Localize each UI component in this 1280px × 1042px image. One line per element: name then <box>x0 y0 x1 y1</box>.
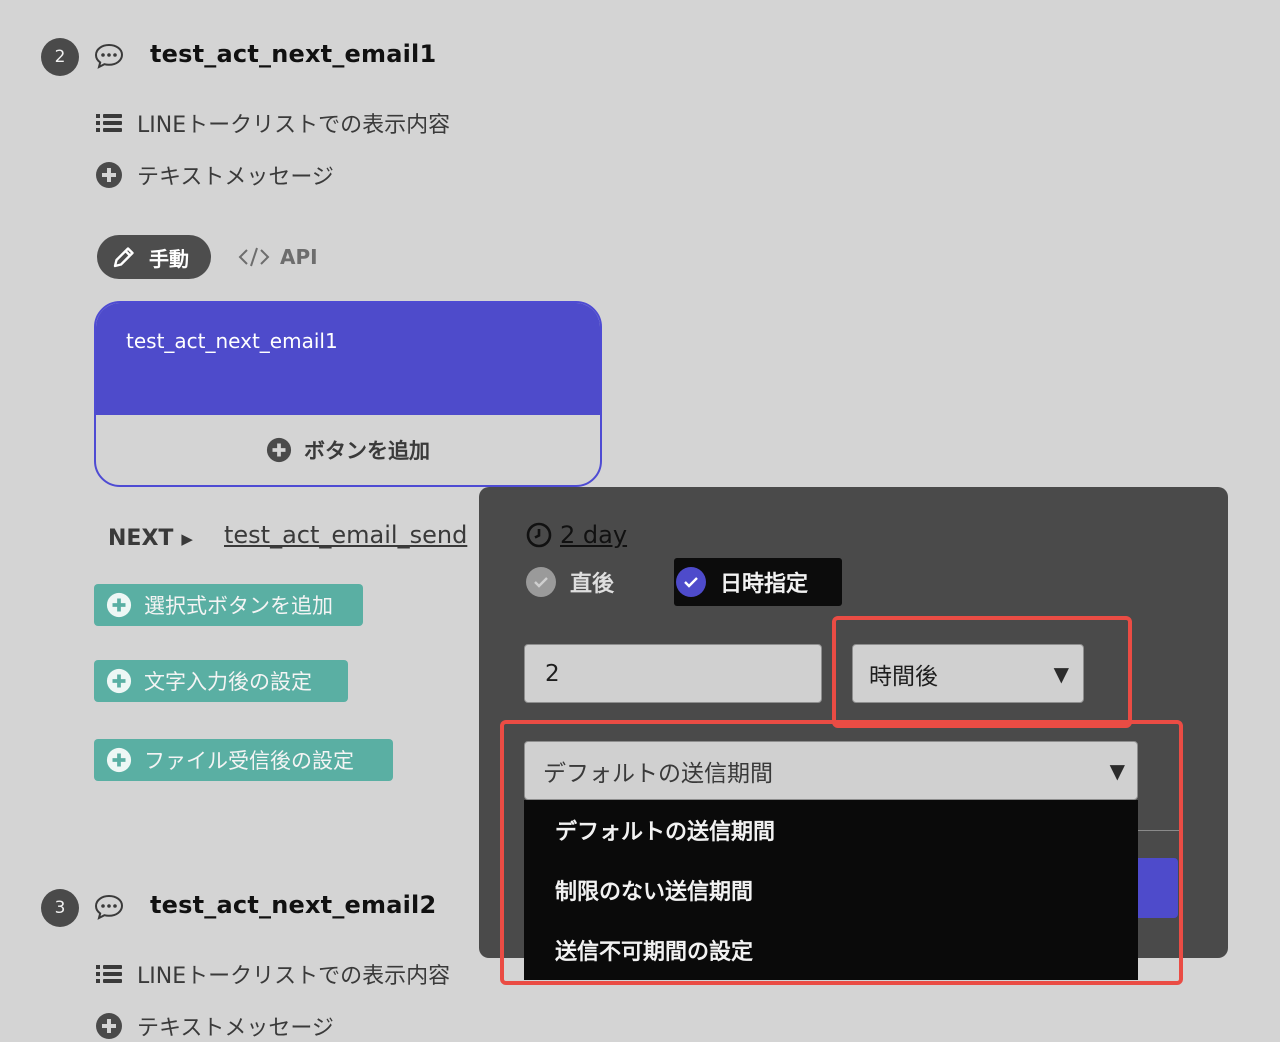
talklist-display-row[interactable]: LINEトークリストでの表示内容 <box>95 958 450 990</box>
add-button-label: ボタンを追加 <box>304 439 430 463</box>
radio-checked-circle <box>676 567 706 597</box>
next-indicator: NEXT ▶ <box>108 526 193 551</box>
play-triangle-icon: ▶ <box>181 529 193 548</box>
plus-circle-icon <box>106 592 132 618</box>
add-choice-label: 選択式ボタンを追加 <box>144 594 333 618</box>
step-number-badge: 2 <box>41 38 79 76</box>
unit-select[interactable]: 時間後 ▼ <box>852 644 1084 703</box>
text-message-label: テキストメッセージ <box>137 1016 334 1041</box>
pencil-icon <box>113 247 134 268</box>
message-card[interactable]: test_act_next_email1 ボタンを追加 <box>94 301 602 487</box>
check-icon <box>534 577 548 588</box>
radio-immediate-label: 直後 <box>570 572 615 597</box>
text-input-settings-label: 文字入力後の設定 <box>144 670 312 694</box>
period-highlight-box <box>500 720 1183 985</box>
plus-circle-icon <box>96 1013 122 1039</box>
plus-circle-icon <box>96 162 122 188</box>
next-label: NEXT <box>108 526 174 551</box>
radio-datetime-label: 日時指定 <box>720 572 809 597</box>
radio-immediate[interactable]: 直後 <box>526 566 614 598</box>
message-card-text[interactable]: test_act_next_email1 <box>96 303 600 415</box>
caret-down-icon: ▼ <box>1053 661 1069 686</box>
check-icon <box>684 577 698 588</box>
clock-icon <box>526 522 552 548</box>
radio-datetime[interactable]: 日時指定 <box>674 558 842 606</box>
delay-link[interactable]: 2 day <box>526 521 627 549</box>
step-title: test_act_next_email2 <box>150 891 437 919</box>
add-button-button[interactable]: ボタンを追加 <box>96 415 600 485</box>
tab-api[interactable]: API <box>238 245 318 269</box>
text-input-settings-button[interactable]: 文字入力後の設定 <box>94 660 348 702</box>
step-title: test_act_next_email1 <box>150 40 437 68</box>
list-icon <box>96 114 122 132</box>
add-choice-button[interactable]: 選択式ボタンを追加 <box>94 584 363 626</box>
step-number-badge: 3 <box>41 889 79 927</box>
plus-circle-icon <box>106 668 132 694</box>
text-message-row[interactable]: テキストメッセージ <box>95 1010 334 1042</box>
text-message-label: テキストメッセージ <box>137 165 334 190</box>
tab-api-label: API <box>280 245 318 269</box>
chat-bubble-icon <box>94 894 124 920</box>
unit-select-value: 時間後 <box>869 663 938 690</box>
amount-input[interactable]: 2 <box>524 644 822 703</box>
plus-circle-icon <box>106 747 132 773</box>
file-received-settings-label: ファイル受信後の設定 <box>144 749 354 773</box>
code-icon <box>238 247 270 267</box>
next-target-link[interactable]: test_act_email_send <box>224 521 467 549</box>
file-received-settings-button[interactable]: ファイル受信後の設定 <box>94 739 393 781</box>
talklist-display-label: LINEトークリストでの表示内容 <box>137 964 451 989</box>
talklist-display-row[interactable]: LINEトークリストでの表示内容 <box>95 107 450 139</box>
talklist-display-label: LINEトークリストでの表示内容 <box>137 113 451 138</box>
tab-manual[interactable]: 手動 <box>97 235 211 279</box>
tab-manual-label: 手動 <box>149 246 189 271</box>
chat-bubble-icon <box>94 43 124 69</box>
list-icon <box>96 965 122 983</box>
text-message-row[interactable]: テキストメッセージ <box>95 159 334 191</box>
radio-unchecked-circle <box>526 567 556 597</box>
plus-circle-icon <box>266 437 292 463</box>
delay-text: 2 day <box>560 521 628 549</box>
